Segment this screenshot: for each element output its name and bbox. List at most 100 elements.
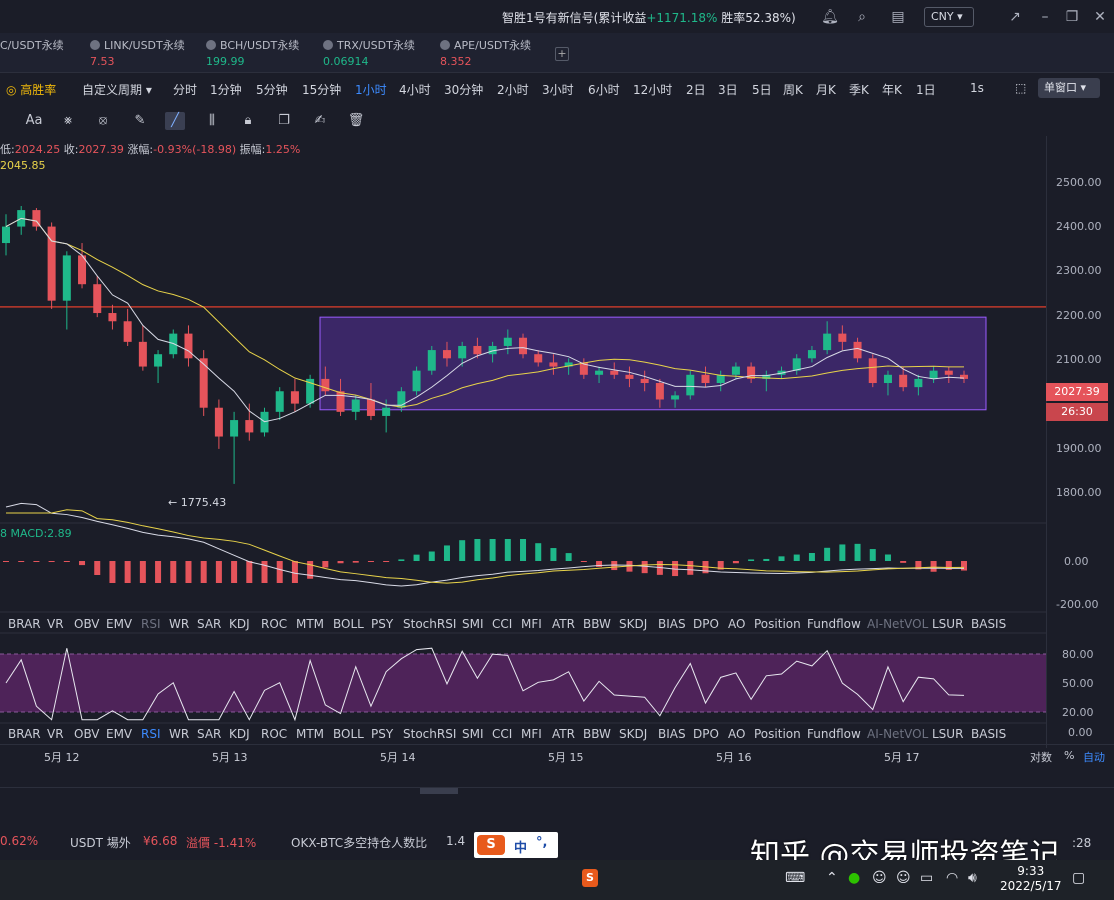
indicator-tab[interactable]: PSY [371, 727, 393, 741]
indicator-tab[interactable]: SKDJ [619, 727, 647, 741]
indicator-tab[interactable]: SAR [197, 727, 221, 741]
battery-icon[interactable]: ▭ [920, 870, 933, 886]
qq-icon[interactable]: ☺ [872, 870, 887, 886]
currency-select[interactable]: CNY ▾ [924, 7, 974, 27]
period-item[interactable]: 5日 [752, 81, 772, 98]
notification-icon[interactable]: ▢ [1072, 870, 1085, 886]
period-item[interactable]: 1小时 [355, 81, 387, 98]
period-item[interactable]: 2日 [686, 81, 706, 98]
indicator-tab[interactable]: KDJ [229, 727, 250, 741]
indicator-tab[interactable]: AI-NetVOL [867, 617, 928, 631]
magnet-icon[interactable]: ⦻ [93, 112, 113, 130]
indicator-tab[interactable]: ATR [552, 617, 575, 631]
indicator-tab[interactable]: OBV [74, 727, 100, 741]
symbol-tab[interactable]: LINK/USDT永续 7.53 [90, 37, 185, 68]
indicator-tab[interactable]: WR [169, 617, 189, 631]
price-chart[interactable] [0, 136, 1046, 748]
indicator-tab[interactable]: BBW [583, 617, 611, 631]
wifi-icon[interactable]: ◠ [946, 870, 958, 886]
indicator-tab[interactable]: RSI [141, 617, 161, 631]
candle-icon[interactable]: ⫼ [202, 112, 222, 130]
indicator-tab[interactable]: MTM [296, 727, 324, 741]
indicator-tab[interactable]: OBV [74, 617, 100, 631]
sogou-taskbar-icon[interactable]: S [582, 869, 598, 887]
indicator-tab[interactable]: Position [754, 727, 801, 741]
lock-icon[interactable]: 🔒︎ [238, 112, 258, 130]
indicator-tab[interactable]: RSI [141, 727, 161, 741]
copy-icon[interactable]: ❐ [274, 112, 294, 130]
indicator-tab[interactable]: LSUR [932, 617, 963, 631]
ime-punct[interactable]: °, [536, 835, 547, 850]
indicator-tab[interactable]: WR [169, 727, 189, 741]
indicator-tab[interactable]: PSY [371, 617, 393, 631]
custom-period-select[interactable]: 自定义周期 ▾ [82, 81, 152, 98]
period-item[interactable]: 季K [849, 81, 869, 98]
indicator-tab[interactable]: DPO [693, 617, 719, 631]
indicator-tab[interactable]: SKDJ [619, 617, 647, 631]
symbol-tab[interactable]: APE/USDT永续 8.352 [440, 37, 531, 68]
indicator-tab[interactable]: VR [47, 727, 64, 741]
indicator-tab[interactable]: ATR [552, 727, 575, 741]
period-item[interactable]: 5分钟 [256, 81, 288, 98]
period-item[interactable]: 月K [816, 81, 836, 98]
minimize-icon[interactable]: – [1035, 7, 1055, 27]
period-item[interactable]: 15分钟 [302, 81, 341, 98]
indicator-tab[interactable]: MFI [521, 617, 542, 631]
indicator-tab[interactable]: BASIS [971, 617, 1006, 631]
indicator-tab[interactable]: StochRSI [403, 727, 456, 741]
indicator-tab[interactable]: BASIS [971, 727, 1006, 741]
indicator-tab[interactable]: ROC [261, 727, 287, 741]
ime-mode[interactable]: 中 [514, 837, 527, 856]
symbol-tab[interactable]: BCH/USDT永续 199.99 [206, 37, 299, 68]
indicator-tab[interactable]: EMV [106, 727, 132, 741]
indicator-tab[interactable]: SMI [462, 727, 484, 741]
indicator-tab[interactable]: AO [728, 727, 745, 741]
indicator-tab[interactable]: Position [754, 617, 801, 631]
shirt-icon[interactable]: ▤ [888, 7, 908, 27]
keyboard-icon[interactable]: ⌨ [785, 870, 805, 886]
period-item[interactable]: 3小时 [542, 81, 574, 98]
period-item[interactable]: 6小时 [588, 81, 620, 98]
indicator-tab[interactable]: BOLL [333, 617, 364, 631]
indicator-tab[interactable]: BIAS [658, 617, 686, 631]
search-icon[interactable]: ⌕ [852, 7, 872, 27]
period-item[interactable]: 1日 [916, 81, 936, 98]
indicator-tab[interactable]: MFI [521, 727, 542, 741]
percent-scale-toggle[interactable]: % [1064, 749, 1074, 762]
edit-icon[interactable]: ✍ [310, 112, 330, 130]
indicator-tab[interactable]: DPO [693, 727, 719, 741]
indicator-tab[interactable]: LSUR [932, 727, 963, 741]
pencil-icon[interactable]: ✎ [130, 112, 150, 130]
indicator-tab[interactable]: SMI [462, 617, 484, 631]
period-item[interactable]: 分时 [173, 81, 197, 98]
period-item[interactable]: 2小时 [497, 81, 529, 98]
signal-notice[interactable]: 智胜1号有新信号(累计收益+1171.18% 胜率52.38%) [502, 9, 796, 26]
period-item[interactable]: 30分钟 [444, 81, 483, 98]
indicator-tab[interactable]: BIAS [658, 727, 686, 741]
indicator-tab[interactable]: SAR [197, 617, 221, 631]
period-item[interactable]: 1分钟 [210, 81, 242, 98]
system-clock[interactable]: 9:33 2022/5/17 [1000, 864, 1062, 894]
export-icon[interactable]: ↗ [1005, 7, 1025, 27]
trash-icon[interactable]: 🗑︎ [346, 112, 366, 130]
indicator-tab[interactable]: BRAR [8, 727, 41, 741]
indicator-tab[interactable]: EMV [106, 617, 132, 631]
win-rate-button[interactable]: ◎ 高胜率 [6, 81, 56, 98]
qq-icon[interactable]: ☺ [896, 870, 911, 886]
bell-icon[interactable]: 🔔︎ [820, 7, 840, 27]
period-item[interactable]: 4小时 [399, 81, 431, 98]
indicator-tab[interactable]: BRAR [8, 617, 41, 631]
period-item[interactable]: 3日 [718, 81, 738, 98]
indicator-tab[interactable]: CCI [492, 727, 512, 741]
chevron-up-icon[interactable]: ⌃ [826, 870, 838, 886]
symbol-tab[interactable]: TRX/USDT永续 0.06914 [323, 37, 415, 68]
auto-scale-toggle[interactable]: 自动 [1083, 749, 1105, 765]
close-icon[interactable]: ✕ [1090, 7, 1110, 27]
indicator-tab[interactable]: KDJ [229, 617, 250, 631]
window-select[interactable]: 单窗口 ▾ [1038, 78, 1100, 98]
ime-toolbar[interactable]: S 中 °, [474, 832, 558, 858]
interval-1s[interactable]: 1s [970, 81, 984, 95]
period-item[interactable]: 周K [783, 81, 803, 98]
restore-icon[interactable]: ❐ [1062, 7, 1082, 27]
indicator-tab[interactable]: Fundflow [807, 727, 861, 741]
